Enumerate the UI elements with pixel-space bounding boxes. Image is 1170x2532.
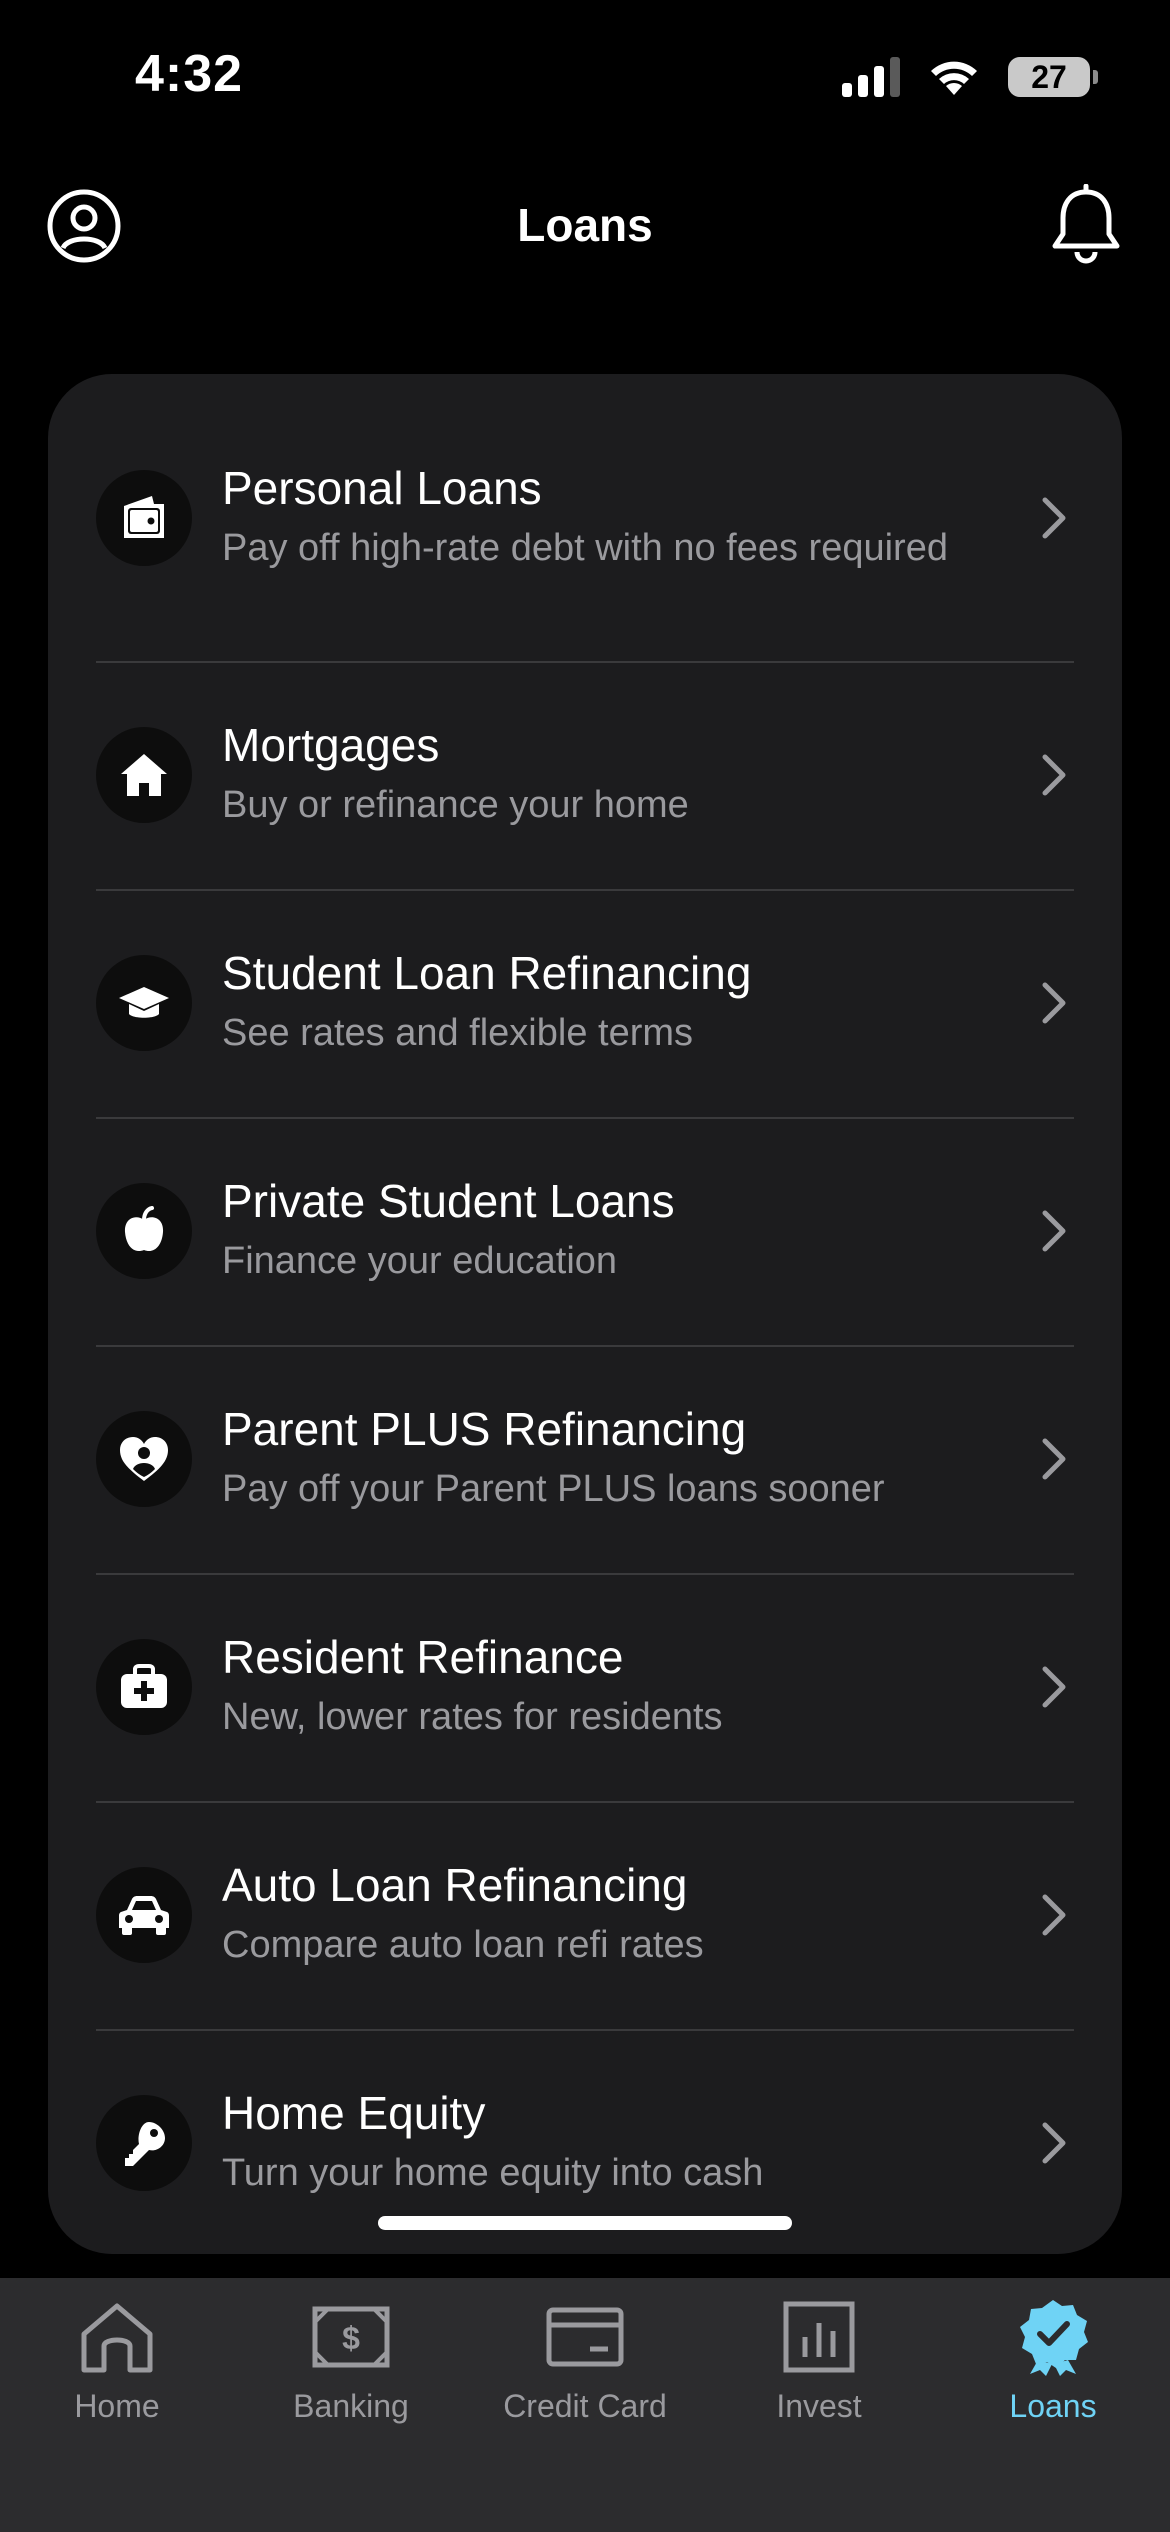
chevron-right-icon <box>1034 1429 1074 1489</box>
loan-title: Personal Loans <box>222 461 542 514</box>
status-time: 4:32 <box>135 45 244 103</box>
bell-icon <box>1052 183 1120 264</box>
loan-item-mortgages[interactable]: Mortgages Buy or refinance your home <box>48 661 1122 889</box>
wifi-icon <box>931 61 977 95</box>
chevron-right-icon <box>1034 488 1074 548</box>
house-icon <box>96 727 192 823</box>
status-icons: 27 <box>842 50 1098 104</box>
notifications-button[interactable] <box>1048 183 1124 268</box>
chevron-right-icon <box>1034 1885 1074 1945</box>
loan-subtitle: New, lower rates for residents <box>222 1696 723 1738</box>
tab-home[interactable]: Home <box>0 2292 234 2428</box>
wallet-icon <box>96 469 192 566</box>
battery-level: 27 <box>1031 58 1067 95</box>
loan-subtitle: Pay off high-rate debt with no fees requ… <box>222 526 948 569</box>
loan-title: Student Loan Refinancing <box>222 947 752 999</box>
badge-check-icon <box>1008 2292 1098 2382</box>
tab-banking[interactable]: $ Banking <box>234 2292 468 2428</box>
loan-item-student-loan-refinancing[interactable]: Student Loan Refinancing See rates and f… <box>48 889 1122 1117</box>
chevron-right-icon <box>1034 745 1074 805</box>
svg-text:$: $ <box>342 2320 360 2356</box>
loan-title: Private Student Loans <box>222 1175 675 1227</box>
tab-label: Loans <box>1009 2388 1097 2424</box>
loan-title: Resident Refinance <box>222 1631 624 1683</box>
tab-label: Home <box>74 2388 160 2424</box>
heart-person-icon <box>96 1411 192 1507</box>
bar-chart-icon <box>774 2292 864 2382</box>
loan-title: Auto Loan Refinancing <box>222 1859 688 1911</box>
loan-item-resident-refinance[interactable]: Resident Refinance New, lower rates for … <box>48 1573 1122 1801</box>
status-bar: 4:32 27 <box>0 0 1170 150</box>
medical-bag-icon <box>96 1639 192 1735</box>
chevron-right-icon <box>1034 2113 1074 2173</box>
loan-item-personal-loans[interactable]: Personal Loans Pay off high-rate debt wi… <box>48 374 1122 661</box>
tab-invest[interactable]: Invest <box>702 2292 936 2428</box>
loan-title: Home Equity <box>222 2087 486 2139</box>
tab-loans[interactable]: Loans <box>936 2292 1170 2428</box>
chevron-right-icon <box>1034 1201 1074 1261</box>
loans-list: Personal Loans Pay off high-rate debt wi… <box>48 374 1122 2254</box>
banknote-icon: $ <box>306 2292 396 2382</box>
tab-label: Credit Card <box>503 2388 667 2424</box>
chevron-right-icon <box>1034 1657 1074 1717</box>
tab-label: Invest <box>776 2388 862 2424</box>
page-title: Loans <box>517 199 653 251</box>
loans-screen: 4:32 27 Loans Personal Loans Pay off hig… <box>0 0 1170 2532</box>
apple-icon <box>96 1183 192 1279</box>
loan-title: Mortgages <box>222 719 440 771</box>
loan-subtitle: Pay off your Parent PLUS loans sooner <box>222 1468 885 1510</box>
tab-label: Banking <box>293 2388 409 2424</box>
car-icon <box>96 1867 192 1963</box>
loan-subtitle: Buy or refinance your home <box>222 784 689 826</box>
home-icon <box>72 2292 162 2382</box>
loan-subtitle: Turn your home equity into cash <box>222 2152 764 2194</box>
credit-card-icon <box>540 2292 630 2382</box>
home-indicator <box>378 2216 792 2230</box>
chevron-right-icon <box>1034 973 1074 1033</box>
loan-item-parent-plus-refinancing[interactable]: Parent PLUS Refinancing Pay off your Par… <box>48 1345 1122 1573</box>
loan-subtitle: Finance your education <box>222 1240 618 1282</box>
loan-subtitle: See rates and flexible terms <box>222 1012 694 1054</box>
battery-icon: 27 <box>1008 57 1098 97</box>
loan-subtitle: Compare auto loan refi rates <box>222 1924 704 1966</box>
loan-item-private-student-loans[interactable]: Private Student Loans Finance your educa… <box>48 1117 1122 1345</box>
signal-icon <box>842 57 900 97</box>
tab-credit-card[interactable]: Credit Card <box>468 2292 702 2428</box>
graduation-cap-icon <box>96 955 192 1051</box>
tab-bar: Home $ Banking Credit Card Invest Loans <box>0 2278 1170 2532</box>
key-icon <box>96 2095 192 2191</box>
loan-title: Parent PLUS Refinancing <box>222 1403 747 1455</box>
header: Loans <box>0 170 1170 280</box>
loan-item-auto-loan-refinancing[interactable]: Auto Loan Refinancing Compare auto loan … <box>48 1801 1122 2029</box>
